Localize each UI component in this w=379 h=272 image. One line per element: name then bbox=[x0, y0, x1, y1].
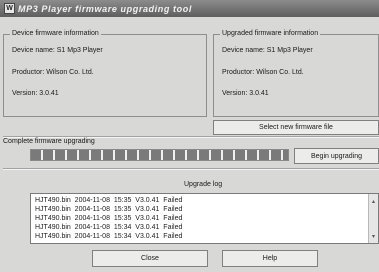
close-button[interactable]: Close bbox=[92, 250, 208, 267]
device-firmware-legend: Device firmware information bbox=[10, 30, 101, 37]
upgrade-log-list[interactable]: HJT490.bin 2004-11-08 15:35 V3.0.41 Fail… bbox=[30, 193, 379, 244]
upgraded-productor-text: Productor: Wilson Co. Ltd. bbox=[222, 69, 304, 76]
log-entry: HJT490.bin 2004-11-08 15:35 V3.0.41 Fail… bbox=[35, 215, 183, 222]
window-title: MP3 Player firmware upgrading tool bbox=[18, 3, 192, 14]
upgraded-device-name-text: Device name: S1 Mp3 Player bbox=[222, 47, 313, 54]
log-scrollbar[interactable]: ▴ ▾ bbox=[368, 194, 378, 243]
title-bar[interactable]: W MP3 Player firmware upgrading tool bbox=[0, 0, 379, 17]
scroll-down-icon[interactable]: ▾ bbox=[370, 232, 377, 240]
help-button[interactable]: Help bbox=[222, 250, 318, 267]
begin-upgrading-button[interactable]: Begin upgrading bbox=[294, 148, 379, 164]
progress-label: Complete firmware upgrading bbox=[3, 138, 95, 145]
firmware-tool-window: W MP3 Player firmware upgrading tool Dev… bbox=[0, 0, 379, 272]
device-firmware-group: Device firmware information Device name:… bbox=[3, 30, 207, 117]
log-entry: HJT490.bin 2004-11-08 15:34 V3.0.41 Fail… bbox=[35, 233, 183, 240]
select-firmware-button[interactable]: Select new firmware file bbox=[213, 120, 379, 135]
progress-fill bbox=[31, 150, 288, 160]
version-text: Version: 3.0.41 bbox=[12, 90, 59, 97]
log-entry: HJT490.bin 2004-11-08 15:34 V3.0.41 Fail… bbox=[35, 224, 183, 231]
upgrade-progress-bar bbox=[30, 149, 289, 161]
divider bbox=[3, 168, 379, 170]
upgrade-log-title: Upgrade log bbox=[184, 181, 223, 188]
upgraded-firmware-legend: Upgraded firmware information bbox=[220, 30, 321, 37]
app-icon: W bbox=[4, 3, 15, 14]
scroll-up-icon[interactable]: ▴ bbox=[370, 197, 377, 205]
upgraded-version-text: Version: 3.0.41 bbox=[222, 90, 269, 97]
log-entry: HJT490.bin 2004-11-08 15:35 V3.0.41 Fail… bbox=[35, 206, 183, 213]
productor-text: Productor: Wilson Co. Ltd. bbox=[12, 69, 94, 76]
device-name-text: Device name: S1 Mp3 Player bbox=[12, 47, 103, 54]
upgraded-firmware-group: Upgraded firmware information Device nam… bbox=[213, 30, 379, 117]
log-entry: HJT490.bin 2004-11-08 15:35 V3.0.41 Fail… bbox=[35, 197, 183, 204]
